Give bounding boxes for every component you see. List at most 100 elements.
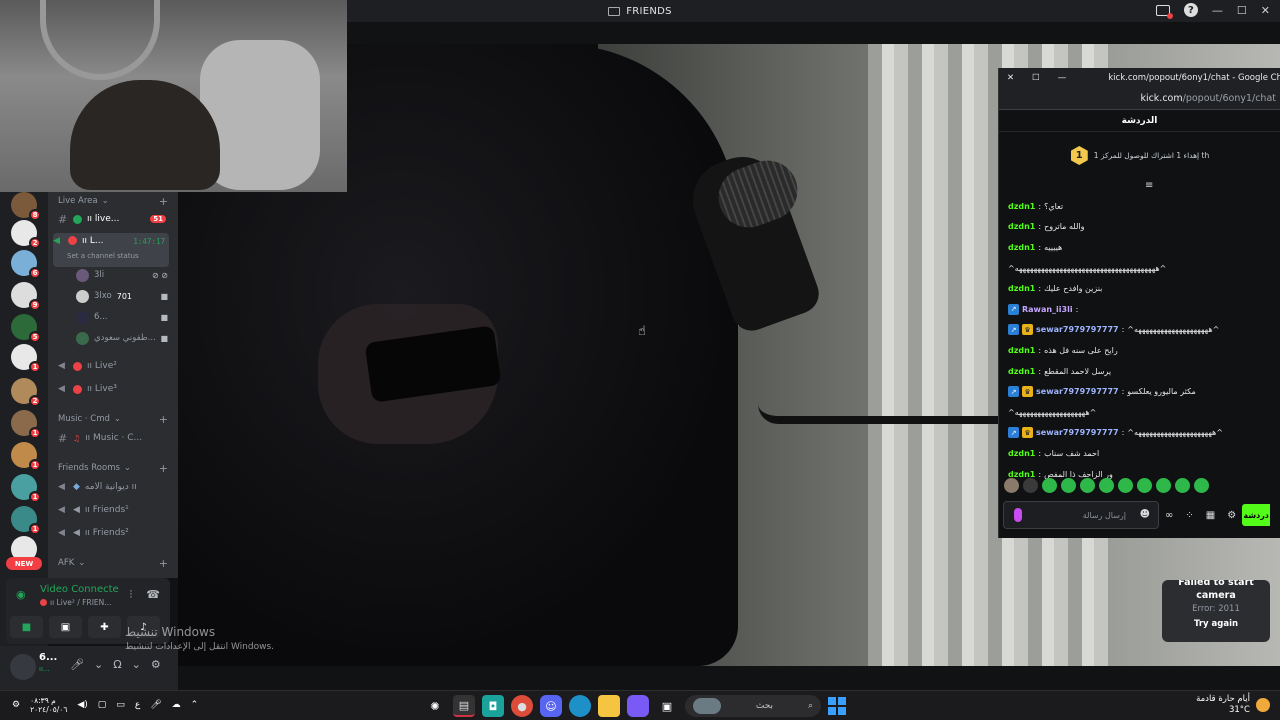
chrome-icon[interactable]: ● — [511, 695, 533, 717]
task-view-icon[interactable]: ▣ — [656, 695, 678, 717]
category-friends-rooms[interactable]: Friends Rooms ⌄ + — [58, 462, 174, 475]
taskbar-search[interactable]: بحث ⌕ — [685, 695, 821, 717]
microphone-icon[interactable] — [1014, 508, 1022, 522]
microphone-icon[interactable]: 🎤︎ — [150, 700, 161, 710]
emote-icon[interactable] — [1137, 478, 1152, 493]
cloud-icon[interactable]: ☁ — [172, 700, 181, 710]
camera-button[interactable]: ■ — [10, 616, 43, 638]
close-button[interactable]: ✕ — [1261, 4, 1270, 17]
chat-username[interactable]: dzdn1 — [1008, 449, 1035, 458]
voice-status[interactable]: Video Connecte — [40, 584, 119, 595]
file-explorer-icon[interactable] — [598, 695, 620, 717]
chat-username[interactable]: dzdn1 — [1008, 284, 1035, 293]
emote-icon[interactable] — [1118, 478, 1133, 493]
channel-friends1[interactable]: ◀ ◀ ıı Friends¹ — [58, 501, 170, 519]
gear-icon[interactable]: ⚙ — [151, 658, 161, 671]
channel-music[interactable]: # ♫ ıı Music · C... — [58, 429, 170, 447]
username[interactable]: 6... — [39, 652, 57, 663]
chat-username[interactable]: dzdn1 — [1008, 222, 1035, 231]
webcam-preview[interactable] — [0, 0, 347, 192]
channel-friends-diwaniya[interactable]: ◀ ◆ ديوانية الامه ıı — [58, 478, 170, 496]
chat-username[interactable]: sewar7979797777 — [1036, 387, 1119, 396]
try-again-button[interactable]: Try again — [1162, 619, 1270, 629]
server-icon[interactable]: 5 — [11, 314, 41, 343]
screen-share-button[interactable]: ▣ — [49, 616, 82, 638]
chat-username[interactable]: sewar7979797777 — [1036, 325, 1119, 334]
emote-icon[interactable] — [1194, 478, 1209, 493]
disconnect-icon[interactable]: ☎ — [146, 588, 160, 602]
share-icon[interactable]: ⁘ — [1185, 510, 1193, 521]
screen-share-status-icon[interactable] — [1155, 4, 1173, 19]
add-channel-icon[interactable]: + — [159, 462, 168, 475]
help-icon[interactable]: ? — [1183, 3, 1198, 17]
settings-icon[interactable]: ⚙ — [12, 700, 20, 710]
chevron-down-icon[interactable]: ⌄ — [132, 658, 141, 671]
chevron-down-icon[interactable]: ⌄ — [94, 658, 103, 671]
battery-icon[interactable]: ▭ — [116, 700, 125, 710]
voice-member[interactable]: 3lxo 701 ■ — [76, 287, 168, 305]
gear-icon[interactable]: ⚙ — [1227, 510, 1236, 521]
address-bar[interactable]: kick.com/popout/6ony1/chat — [999, 88, 1280, 110]
minimize-button[interactable]: — — [1212, 4, 1223, 17]
noise-suppression-icon[interactable]: ⫶ — [130, 588, 133, 602]
avatar[interactable] — [10, 654, 36, 680]
weather-widget[interactable]: أيام حارة قادمة 31°C — [1196, 694, 1270, 716]
server-icon[interactable]: 1 — [11, 344, 41, 373]
app-icon[interactable]: ◘ — [482, 695, 504, 717]
server-icon[interactable]: 9 — [11, 282, 41, 311]
category-afk[interactable]: AFK ⌄ + — [58, 557, 174, 570]
server-icon[interactable]: 1 — [11, 410, 41, 439]
microphone-icon[interactable]: 🎤︎ — [70, 658, 84, 671]
add-channel-icon[interactable]: + — [159, 557, 168, 570]
gift-icon[interactable]: ▦ — [1206, 510, 1215, 521]
server-icon[interactable]: 1 — [11, 474, 41, 503]
emote-icon[interactable] — [1023, 478, 1038, 493]
headphones-icon[interactable]: Ω — [113, 658, 121, 671]
maximize-icon[interactable]: ☐ — [1032, 73, 1040, 83]
chevron-up-icon[interactable]: ⌃ — [191, 700, 199, 710]
send-chat-button[interactable]: دردشة — [1242, 504, 1271, 526]
chat-username[interactable]: dzdn1 — [1008, 346, 1035, 355]
minimize-icon[interactable]: — — [1058, 73, 1067, 83]
chat-username[interactable]: dzdn1 — [1008, 367, 1035, 376]
infinity-icon[interactable]: ∞ — [1165, 510, 1173, 521]
set-channel-status[interactable]: Set a channel status — [67, 252, 139, 260]
windows-start-icon[interactable] — [828, 697, 846, 715]
edge-icon[interactable] — [569, 695, 591, 717]
chat-username[interactable]: dzdn1 — [1008, 243, 1035, 252]
category-music[interactable]: Music · Cmd ⌄ + — [58, 413, 174, 426]
server-icon[interactable]: 8 — [11, 192, 41, 221]
channel-live3[interactable]: ◀ ıı Live³ — [58, 380, 170, 398]
pinned-menu-icon[interactable]: ≡ — [1145, 180, 1153, 191]
chat-username[interactable]: Rawan_ii3li — [1022, 305, 1073, 314]
server-icon[interactable]: 2 — [11, 378, 41, 407]
new-servers-pill[interactable]: NEW — [6, 557, 42, 570]
language-indicator[interactable]: ع — [135, 700, 140, 710]
emote-icon[interactable] — [1080, 478, 1095, 493]
channel-live-text[interactable]: # ıı live... 51 — [58, 210, 170, 228]
maximize-button[interactable]: ☐ — [1237, 4, 1247, 17]
clock[interactable]: م ٠٨:٣٩ ٢٠٢٤/٠٥/٠٦ — [30, 696, 67, 714]
channel-live2[interactable]: ◀ ıı Live² — [58, 357, 170, 375]
add-channel-icon[interactable]: + — [159, 413, 168, 426]
volume-icon[interactable]: ◀) — [77, 700, 87, 710]
voice-member[interactable]: 6... ■ — [76, 308, 168, 326]
activities-button[interactable]: ✚ — [88, 616, 121, 638]
chat-input[interactable]: إرسال رسالة ☻ — [1003, 501, 1159, 529]
emote-icon[interactable] — [1156, 478, 1171, 493]
emoji-icon[interactable]: ☻ — [1140, 509, 1150, 520]
server-icon[interactable]: 2 — [11, 220, 41, 249]
chat-username[interactable]: dzdn1 — [1008, 202, 1035, 211]
epic-games-icon[interactable]: ▤ — [453, 695, 475, 717]
category-live-area[interactable]: Live Area ⌄ + — [58, 195, 174, 208]
voice-member[interactable]: طفوني سعودي... ■ — [76, 329, 168, 347]
server-icon[interactable]: 6 — [11, 250, 41, 279]
channel-friends2[interactable]: ◀ ◀ ıı Friends² — [58, 524, 170, 542]
add-channel-icon[interactable]: + — [159, 195, 168, 208]
discord-icon[interactable]: ☺ — [540, 695, 562, 717]
channel-active-voice[interactable]: ◀ ıı L... 1:47:17 Set a channel status — [53, 233, 169, 267]
emote-icon[interactable] — [1175, 478, 1190, 493]
close-icon[interactable]: ✕ — [1007, 73, 1014, 83]
voice-channel-link[interactable]: ıı Live² / FRIEN... — [40, 598, 111, 607]
emote-icon[interactable] — [1004, 478, 1019, 493]
